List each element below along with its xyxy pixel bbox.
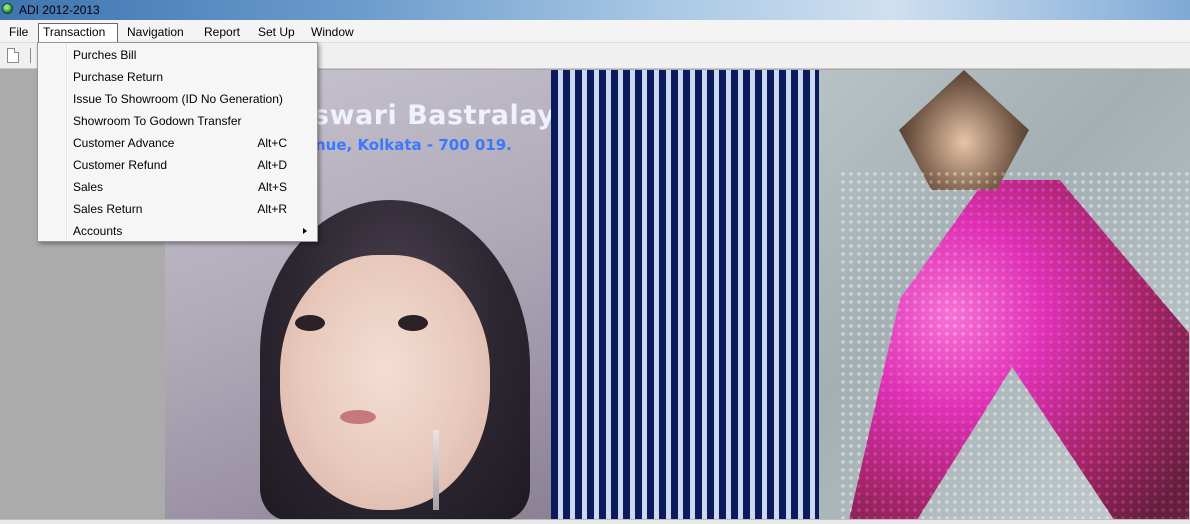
portrait-lips	[340, 410, 376, 424]
menu-transaction[interactable]: Transaction	[38, 23, 118, 43]
menuitem-accounts[interactable]: Accounts	[38, 220, 317, 242]
menuitem-label: Showroom To Godown Transfer	[73, 114, 242, 128]
menuitem-purches-bill[interactable]: Purches Bill	[38, 44, 317, 66]
menuitem-sales-return[interactable]: Sales Return Alt+R	[38, 198, 317, 220]
portrait-eye-left	[295, 315, 325, 331]
window-title: ADI 2012-2013	[19, 3, 100, 17]
menu-setup[interactable]: Set Up	[254, 23, 299, 41]
menuitem-shortcut: Alt+C	[257, 136, 287, 150]
title-bar: ADI 2012-2013	[0, 0, 1190, 20]
banner-shop-name: swari Bastralaya	[313, 100, 574, 131]
menuitem-shortcut: Alt+R	[257, 202, 287, 216]
menu-report[interactable]: Report	[200, 23, 244, 41]
portrait-eye-right	[398, 315, 428, 331]
menuitem-shortcut: Alt+S	[257, 180, 287, 194]
menuitem-label: Customer Advance	[73, 136, 175, 150]
transaction-dropdown-menu: Purches Bill Purchase Return Issue To Sh…	[37, 42, 318, 242]
menuitem-label: Sales	[73, 180, 104, 194]
banner-address: nue, Kolkata - 700 019.	[315, 136, 512, 154]
banner-stripes-panel	[551, 70, 819, 520]
menuitem-label: Purchase Return	[73, 70, 164, 84]
globe-app-icon	[2, 3, 13, 14]
menuitem-showroom-to-godown[interactable]: Showroom To Godown Transfer	[38, 110, 317, 132]
menuitem-issue-to-showroom[interactable]: Issue To Showroom (ID No Generation)	[38, 88, 317, 110]
menuitem-purchase-return[interactable]: Purchase Return	[38, 66, 317, 88]
menuitem-sales[interactable]: Sales Alt+S	[38, 176, 317, 198]
menuitem-label: Purches Bill	[73, 48, 137, 62]
menuitem-label: Customer Refund	[73, 158, 168, 172]
menu-window[interactable]: Window	[307, 23, 358, 41]
submenu-arrow-icon	[303, 228, 307, 234]
menu-navigation[interactable]: Navigation	[123, 23, 188, 41]
portrait-face	[280, 255, 490, 510]
toolbar-separator	[30, 48, 36, 63]
menuitem-label: Sales Return	[73, 202, 143, 216]
menuitem-label: Accounts	[73, 224, 123, 238]
portrait-earring	[433, 430, 439, 510]
menuitem-shortcut: Alt+D	[257, 158, 287, 172]
menuitem-customer-advance[interactable]: Customer Advance Alt+C	[38, 132, 317, 154]
menuitem-label: Issue To Showroom (ID No Generation)	[73, 92, 283, 106]
shop-banner-image: swari Bastralaya nue, Kolkata - 700 019.	[165, 70, 1190, 520]
menuitem-customer-refund[interactable]: Customer Refund Alt+D	[38, 154, 317, 176]
halftone-overlay	[839, 170, 1190, 520]
status-strip	[0, 519, 1190, 524]
banner-figure-panel	[819, 70, 1190, 520]
menu-file[interactable]: File	[5, 23, 32, 41]
menu-bar: File Transaction Navigation Report Set U…	[0, 20, 1190, 43]
new-document-icon[interactable]	[7, 48, 19, 63]
